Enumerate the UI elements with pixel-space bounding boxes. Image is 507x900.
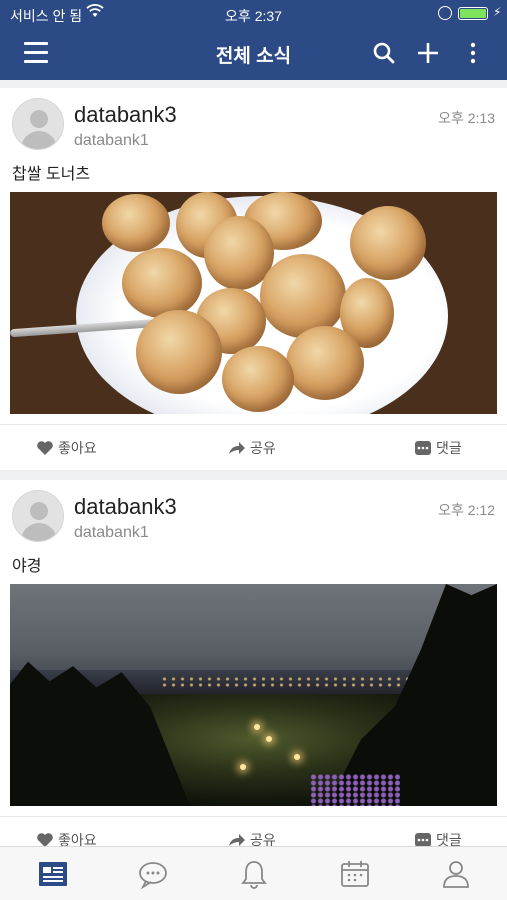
charging-icon: ⚡ <box>493 5 502 19</box>
bottom-tab-bar <box>0 846 507 900</box>
status-bar: 서비스 안 됨 오후 2:37 ⚡ <box>0 0 507 28</box>
post-text: 찹쌀 도너츠 <box>12 166 91 183</box>
post-header: databank3 databank1 오후 2:13 <box>0 88 507 154</box>
status-time: 오후 2:37 <box>225 8 282 24</box>
avatar[interactable] <box>12 490 64 542</box>
like-button[interactable]: 좋아요 <box>36 438 97 458</box>
search-icon[interactable] <box>371 40 397 66</box>
post-text: 야경 <box>12 558 42 575</box>
navigation-bar: 전체 소식 <box>0 28 507 80</box>
share-arrow-icon <box>229 442 245 454</box>
post-sub-author: databank1 <box>74 524 149 541</box>
post-time: 오후 2:13 <box>438 110 495 126</box>
calendar-icon[interactable] <box>340 859 370 889</box>
share-button[interactable]: 공유 <box>228 438 276 458</box>
top-bar: 서비스 안 됨 오후 2:37 ⚡ 전체 소식 <box>0 0 507 80</box>
profile-icon[interactable] <box>441 859 471 889</box>
post-time: 오후 2:12 <box>438 502 495 518</box>
battery-icon <box>458 7 488 20</box>
post-actions: 좋아요 공유 댓글 <box>0 424 507 470</box>
more-vertical-icon[interactable] <box>460 40 486 66</box>
feed-post: databank3 databank1 오후 2:12 야경 좋아요 공유 댓글 <box>0 480 507 862</box>
comment-icon <box>415 441 431 455</box>
post-header: databank3 databank1 오후 2:12 <box>0 480 507 546</box>
news-feed-icon[interactable] <box>38 859 68 889</box>
post-author[interactable]: databank3 <box>74 494 177 520</box>
night-view-photo[interactable] <box>10 584 497 806</box>
post-sub-author: databank1 <box>74 132 149 149</box>
chat-icon[interactable] <box>138 859 168 889</box>
post-author[interactable]: databank3 <box>74 102 177 128</box>
feed-post: databank3 databank1 오후 2:13 찹쌀 도너츠 좋아요 공… <box>0 88 507 470</box>
share-label: 공유 <box>250 440 276 456</box>
sugar-donuts-photo[interactable] <box>10 192 497 414</box>
bell-icon[interactable] <box>239 859 269 889</box>
rotation-lock-icon <box>438 6 452 20</box>
comment-button[interactable]: 댓글 <box>414 438 462 458</box>
like-label: 좋아요 <box>58 440 97 456</box>
avatar[interactable] <box>12 98 64 150</box>
comment-label: 댓글 <box>436 440 462 456</box>
news-feed: databank3 databank1 오후 2:13 찹쌀 도너츠 좋아요 공… <box>0 88 507 872</box>
plus-icon[interactable] <box>415 40 441 66</box>
app-screen: 서비스 안 됨 오후 2:37 ⚡ 전체 소식 databank3 databa… <box>0 0 507 900</box>
heart-icon <box>37 441 53 455</box>
